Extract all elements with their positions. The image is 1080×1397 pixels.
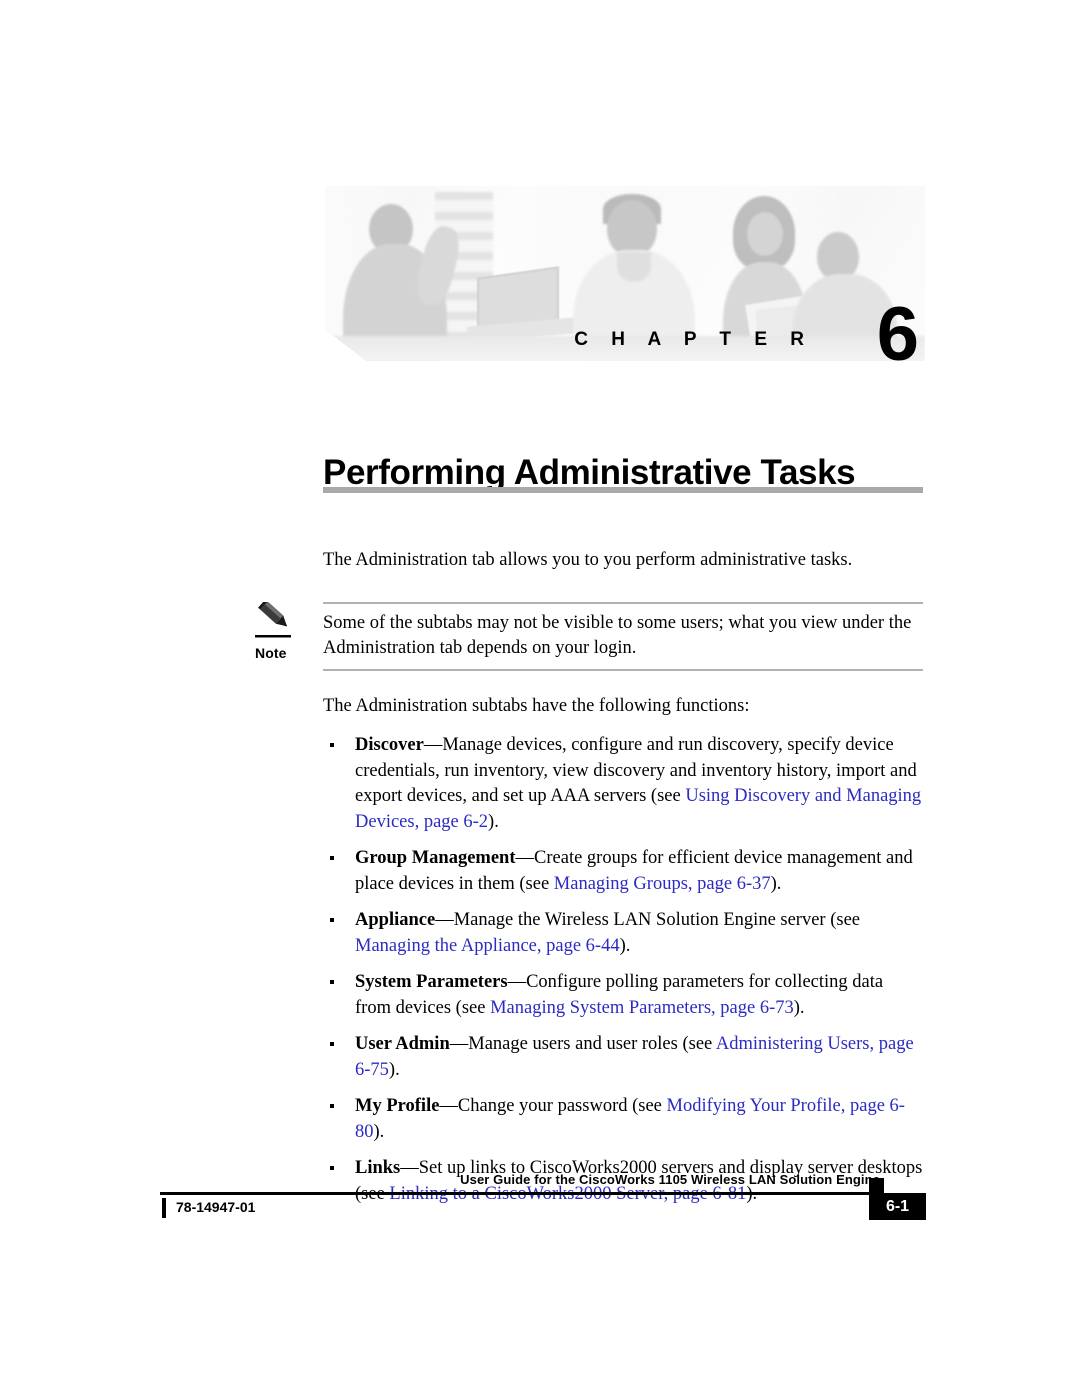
bullet-dot-icon bbox=[330, 918, 334, 922]
main-content: The Administration tab allows you to you… bbox=[255, 548, 923, 1218]
note-block: Note Some of the subtabs may not be visi… bbox=[255, 602, 923, 671]
list-item-text-tail: ). bbox=[373, 1121, 385, 1142]
cross-reference-link[interactable]: Managing the Appliance, page 6-44 bbox=[355, 936, 620, 956]
note-bottom-rule bbox=[323, 669, 923, 671]
list-item-term: User Admin bbox=[355, 1034, 450, 1054]
list-item-dash: — bbox=[449, 1034, 469, 1054]
list-item-text: Change your password (see bbox=[457, 1096, 667, 1116]
list-item-text: Manage users and user roles (see bbox=[468, 1034, 716, 1054]
intro-paragraph: The Administration tab allows you to you… bbox=[323, 550, 853, 570]
list-item-dash: — bbox=[435, 910, 454, 930]
bullet-dot-icon bbox=[330, 980, 334, 984]
list-item-text-tail: ). bbox=[388, 1059, 400, 1080]
list-item-text-tail: ). bbox=[619, 935, 631, 956]
chapter-banner: C H A P T E R 6 bbox=[325, 186, 925, 373]
bullet-dot-icon bbox=[330, 1042, 334, 1046]
bullet-dot-icon bbox=[330, 743, 334, 747]
list-item: Group Management—Create groups for effic… bbox=[323, 846, 923, 897]
list-item-term: System Parameters bbox=[355, 972, 508, 992]
note-icon-group: Note bbox=[255, 602, 317, 661]
list-item: System Parameters—Configure polling para… bbox=[323, 970, 923, 1021]
list-item-dash: — bbox=[423, 735, 443, 755]
cross-reference-link[interactable]: Managing System Parameters, page 6-73 bbox=[490, 998, 794, 1018]
list-item-term: Group Management bbox=[355, 848, 516, 868]
cross-reference-link[interactable]: Managing Groups, page 6-37 bbox=[554, 874, 771, 894]
footer-document-number: 78-14947-01 bbox=[176, 1199, 256, 1215]
list-item-dash: — bbox=[507, 972, 527, 992]
list-item: My Profile—Change your password (see Mod… bbox=[323, 1094, 923, 1145]
chapter-word-label: C H A P T E R bbox=[574, 329, 813, 350]
list-intro-paragraph: The Administration subtabs have the foll… bbox=[323, 696, 750, 716]
title-divider bbox=[323, 487, 923, 493]
subtab-function-list: Discover—Manage devices, configure and r… bbox=[323, 733, 923, 1207]
page-footer: User Guide for the CiscoWorks 1105 Wirel… bbox=[0, 1172, 1080, 1242]
list-item-dash: — bbox=[439, 1096, 458, 1116]
list-item-term: My Profile bbox=[355, 1096, 440, 1116]
list-item-text-tail: ). bbox=[488, 811, 499, 832]
bullet-dot-icon bbox=[330, 1104, 334, 1108]
list-item: User Admin—Manage users and user roles (… bbox=[323, 1032, 923, 1083]
footer-square-marker bbox=[869, 1178, 884, 1193]
list-item: Appliance—Manage the Wireless LAN Soluti… bbox=[323, 908, 923, 959]
footer-divider bbox=[160, 1192, 880, 1195]
list-item-term: Appliance bbox=[355, 910, 436, 930]
list-item-text: Manage the Wireless LAN Solution Engine … bbox=[453, 910, 861, 930]
list-item-term: Discover bbox=[355, 735, 424, 755]
page-number: 6-1 bbox=[869, 1193, 926, 1220]
footer-tick-marker bbox=[162, 1198, 166, 1218]
list-item-text-tail: ). bbox=[793, 997, 805, 1018]
pencil-icon bbox=[255, 602, 291, 638]
bullet-dot-icon bbox=[330, 1166, 334, 1170]
chapter-number: 6 bbox=[876, 292, 919, 377]
list-item: Discover—Manage devices, configure and r… bbox=[323, 733, 923, 835]
note-label: Note bbox=[255, 645, 287, 661]
footer-document-title: User Guide for the CiscoWorks 1105 Wirel… bbox=[460, 1172, 880, 1187]
list-item-text-tail: ). bbox=[770, 873, 782, 894]
note-text: Some of the subtabs may not be visible t… bbox=[323, 613, 912, 658]
bullet-dot-icon bbox=[330, 856, 334, 860]
list-item-dash: — bbox=[515, 848, 535, 868]
